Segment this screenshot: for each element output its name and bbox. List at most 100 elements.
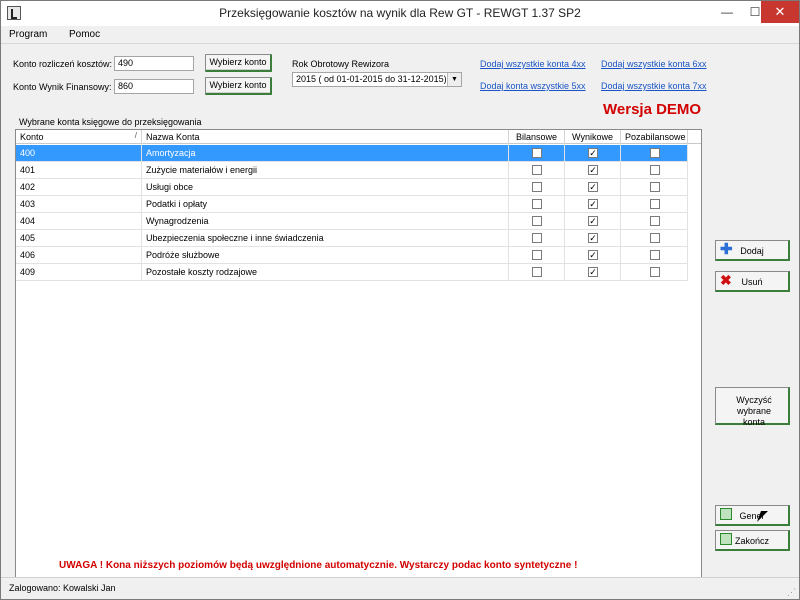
checkbox-wynikowe[interactable]: ✓	[588, 199, 598, 209]
checkbox-wynikowe[interactable]: ✓	[588, 165, 598, 175]
checkbox-bilansowe[interactable]	[532, 182, 542, 192]
main-content: Konto rozliczeń kosztów: 490 Wybierz kon…	[1, 45, 799, 597]
status-bar: Zalogowano: Kowalski Jan ⋰	[1, 577, 799, 599]
cell-konto[interactable]: 403	[16, 196, 142, 213]
checkbox-wynikowe[interactable]: ✓	[588, 216, 598, 226]
grid-caption: Wybrane konta księgowe do przeksięgowani…	[19, 117, 202, 127]
checkbox-bilansowe[interactable]	[532, 148, 542, 158]
wybierz-konto-button-1[interactable]: Wybierz konto	[205, 54, 272, 72]
cell-konto[interactable]: 401	[16, 162, 142, 179]
menu-bar: Program Pomoc	[1, 26, 799, 44]
table-row[interactable]: 401 Zużycie materiałów i energii ✓	[16, 162, 688, 179]
checkbox-bilansowe[interactable]	[532, 267, 542, 277]
checkbox-pozabilansowe[interactable]	[649, 165, 660, 175]
cell-konto[interactable]: 402	[16, 179, 142, 196]
checkbox-pozabilansowe[interactable]	[649, 182, 660, 192]
status-logged-in: Zalogowano: Kowalski Jan	[9, 583, 116, 593]
cell-konto[interactable]: 400	[16, 145, 142, 162]
col-header-nazwa[interactable]: Nazwa Konta	[142, 130, 509, 144]
rok-obrotowy-label: Rok Obrotowy Rewizora	[292, 59, 390, 69]
cell-wynikowe: ✓	[565, 213, 621, 230]
cell-nazwa[interactable]: Wynagrodzenia	[142, 213, 509, 230]
checkbox-bilansowe[interactable]	[532, 250, 542, 260]
table-row[interactable]: 403 Podatki i opłaty ✓	[16, 196, 688, 213]
table-row[interactable]: 404 Wynagrodzenia ✓	[16, 213, 688, 230]
checkbox-pozabilansowe[interactable]	[649, 233, 660, 243]
link-add-5xx[interactable]: Dodaj konta wszystkie 5xx	[480, 81, 586, 91]
cell-konto[interactable]: 405	[16, 230, 142, 247]
cell-wynikowe: ✓	[565, 162, 621, 179]
cell-nazwa[interactable]: Zużycie materiałów i energii	[142, 162, 509, 179]
title-bar: Przeksięgowanie kosztów na wynik dla Rew…	[1, 1, 799, 26]
cell-wynikowe: ✓	[565, 230, 621, 247]
col-header-pozabilansowe[interactable]: Pozabilansowe	[621, 130, 688, 144]
checkbox-bilansowe[interactable]	[532, 165, 542, 175]
checkbox-pozabilansowe[interactable]	[649, 250, 660, 260]
checkbox-bilansowe[interactable]	[532, 199, 542, 209]
close-button[interactable]: ✕	[761, 1, 799, 23]
demo-label: Wersja DEMO	[603, 101, 702, 118]
cell-wynikowe: ✓	[565, 179, 621, 196]
grid-header: Konto / Nazwa Konta Bilansowe Wynikowe P…	[16, 130, 701, 144]
checkbox-wynikowe[interactable]: ✓	[588, 267, 598, 277]
cell-nazwa[interactable]: Podatki i opłaty	[142, 196, 509, 213]
cell-pozabilansowe	[621, 264, 688, 281]
cell-nazwa[interactable]: Usługi obce	[142, 179, 509, 196]
cell-bilansowe	[509, 247, 565, 264]
cell-nazwa[interactable]: Ubezpieczenia społeczne i inne świadczen…	[142, 230, 509, 247]
table-row[interactable]: 409 Pozostałe koszty rodzajowe ✓	[16, 264, 688, 281]
checkbox-wynikowe[interactable]: ✓	[588, 182, 598, 192]
konto-wynik-input[interactable]: 860	[114, 79, 194, 94]
table-row[interactable]: 405 Ubezpieczenia społeczne i inne świadc…	[16, 230, 688, 247]
cell-konto[interactable]: 409	[16, 264, 142, 281]
cell-bilansowe	[509, 196, 565, 213]
resize-grip-icon[interactable]: ⋰	[787, 587, 797, 597]
app-window: Przeksięgowanie kosztów na wynik dla Rew…	[0, 0, 800, 600]
col-header-bilansowe[interactable]: Bilansowe	[509, 130, 565, 144]
checkbox-pozabilansowe[interactable]	[649, 148, 660, 158]
cell-nazwa[interactable]: Amortyzacja	[142, 145, 509, 162]
checkbox-pozabilansowe[interactable]	[649, 267, 660, 277]
rok-obrotowy-select[interactable]: 2015 ( od 01-01-2015 do 31-12-2015) ▼	[292, 72, 462, 87]
checkbox-pozabilansowe[interactable]	[649, 216, 660, 226]
usun-button[interactable]: ✖ Usuń	[715, 271, 790, 292]
zakoncz-label: Zakończ	[734, 536, 769, 546]
checkbox-bilansowe[interactable]	[532, 216, 542, 226]
checkbox-bilansowe[interactable]	[532, 233, 542, 243]
menu-pomoc[interactable]: Pomoc	[69, 29, 100, 40]
konto-rozliczen-input[interactable]: 490	[114, 56, 194, 71]
checkbox-wynikowe[interactable]: ✓	[588, 148, 598, 158]
menu-program[interactable]: Program	[9, 29, 47, 40]
warning-text: UWAGA ! Kona niższych poziomów będą uwzg…	[59, 560, 578, 571]
konto-wynik-label: Konto Wynik Finansowy:	[13, 82, 112, 92]
wyczysc-button[interactable]: Wyczyść wybrane konta	[715, 387, 790, 427]
cell-nazwa[interactable]: Pozostałe koszty rodzajowe	[142, 264, 509, 281]
accounts-grid[interactable]: Konto / Nazwa Konta Bilansowe Wynikowe P…	[15, 129, 702, 597]
table-row[interactable]: 400 Amortyzacja ✓	[16, 145, 688, 162]
table-row[interactable]: 406 Podróże służbowe ✓	[16, 247, 688, 264]
generuj-label: Gener	[739, 511, 765, 521]
link-add-4xx[interactable]: Dodaj wszystkie konta 4xx	[480, 59, 586, 69]
cell-konto[interactable]: 404	[16, 213, 142, 230]
table-row[interactable]: 402 Usługi obce ✓	[16, 179, 688, 196]
cell-nazwa[interactable]: Podróże służbowe	[142, 247, 509, 264]
checkbox-wynikowe[interactable]: ✓	[588, 233, 598, 243]
col-header-wynikowe[interactable]: Wynikowe	[565, 130, 621, 144]
cell-konto[interactable]: 406	[16, 247, 142, 264]
sort-icon: /	[134, 131, 137, 140]
col-header-konto[interactable]: Konto /	[16, 130, 142, 144]
checkbox-wynikowe[interactable]: ✓	[588, 250, 598, 260]
link-add-6xx[interactable]: Dodaj wszystkie konta 6xx	[601, 59, 707, 69]
minimize-button[interactable]: —	[713, 1, 741, 23]
chevron-down-icon[interactable]: ▼	[447, 73, 461, 86]
wybierz-konto-button-2[interactable]: Wybierz konto	[205, 77, 272, 95]
cell-wynikowe: ✓	[565, 196, 621, 213]
zakoncz-button[interactable]: Zakończ	[715, 530, 790, 551]
generuj-button[interactable]: Gener	[715, 505, 790, 526]
rok-obrotowy-value: 2015 ( od 01-01-2015 do 31-12-2015)	[296, 74, 447, 84]
link-add-7xx[interactable]: Dodaj wszystkie konta 7xx	[601, 81, 707, 91]
cell-pozabilansowe	[621, 247, 688, 264]
checkbox-pozabilansowe[interactable]	[649, 199, 660, 209]
cell-pozabilansowe	[621, 196, 688, 213]
dodaj-button[interactable]: ✚ Dodaj	[715, 240, 790, 261]
